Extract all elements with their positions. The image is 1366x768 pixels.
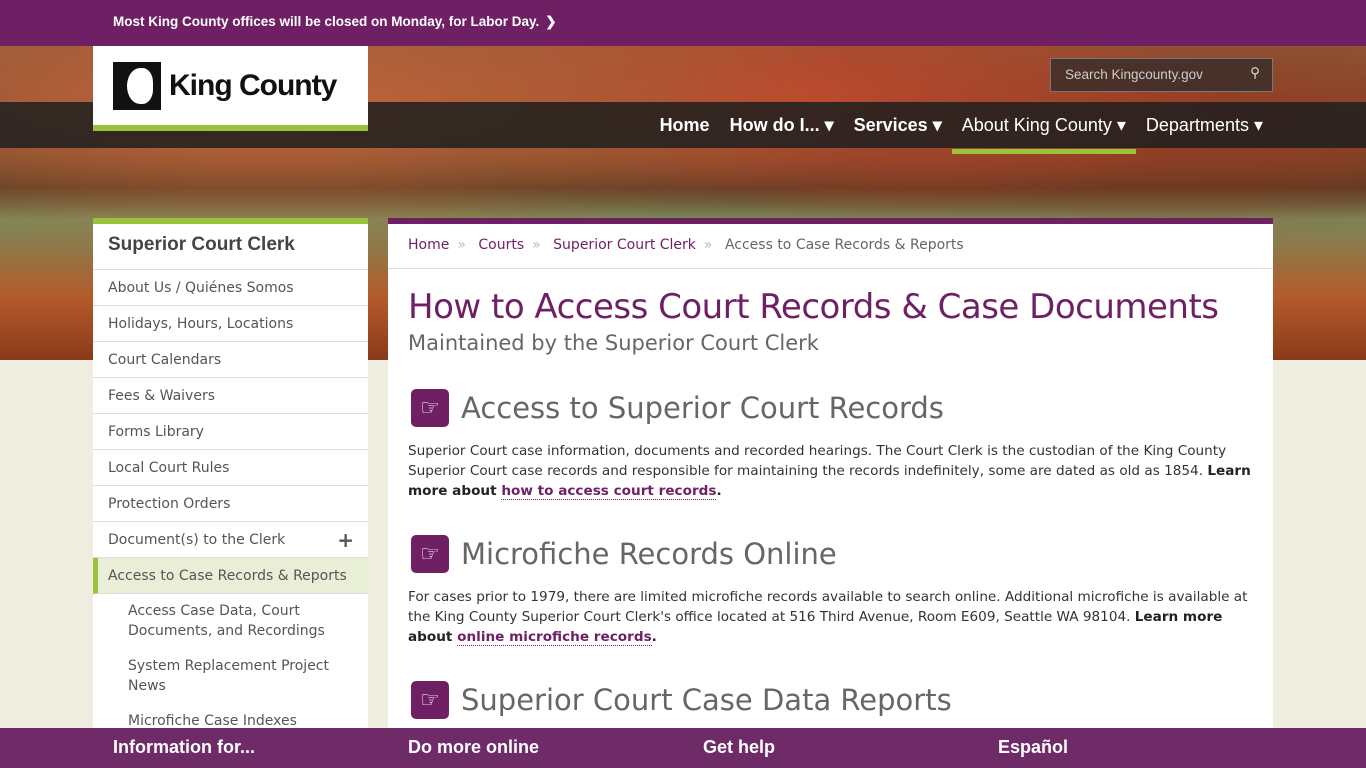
section: ☞ Superior Court Case Data Reports [388,681,1273,719]
main-content: Home» Courts» Superior Court Clerk» Acce… [388,218,1273,738]
expand-plus-icon[interactable]: + [337,528,354,552]
sidebar-item[interactable]: Fees & Waivers [93,378,368,414]
access-records-link[interactable]: how to access court records [501,483,717,500]
logo-text: King County [169,68,337,102]
microfiche-link[interactable]: online microfiche records [457,629,652,646]
sidebar-item[interactable]: About Us / Quiénes Somos [93,270,368,306]
section-heading: Microfiche Records Online [461,537,837,571]
nav-about[interactable]: About King County ▾ [951,102,1136,154]
page-subtitle: Maintained by the Superior Court Clerk [408,331,819,355]
nav-services[interactable]: Services ▾ [844,102,952,154]
hand-pointer-icon: ☞ [411,535,449,573]
sidebar-item[interactable]: Holidays, Hours, Locations [93,306,368,342]
sidebar: Superior Court Clerk About Us / Quiénes … [93,218,368,738]
sidebar-subitem[interactable]: Access Case Data, Court Documents, and R… [93,594,368,649]
alert-banner[interactable]: Most King County offices will be closed … [0,0,1366,46]
sidebar-item[interactable]: Local Court Rules [93,450,368,486]
sidebar-subitem[interactable]: System Replacement Project News [93,649,368,704]
page-title: How to Access Court Records & Case Docum… [408,287,1219,327]
sidebar-item[interactable]: Forms Library [93,414,368,450]
hand-pointer-icon: ☞ [411,681,449,719]
section-heading: Superior Court Case Data Reports [461,683,952,717]
search-placeholder: Search Kingcounty.gov [1065,67,1203,82]
nav-home[interactable]: Home [650,102,720,154]
footer-get-help[interactable]: Get help [703,728,998,768]
breadcrumb: Home» Courts» Superior Court Clerk» Acce… [388,224,1273,269]
main-nav: Home How do I... ▾ Services ▾ About King… [650,102,1273,154]
footer-information-for[interactable]: Information for... [113,728,408,768]
breadcrumb-courts[interactable]: Courts [478,237,524,253]
footer-espanol[interactable]: Español [998,728,1293,768]
sidebar-item[interactable]: Court Calendars [93,342,368,378]
section-heading: Access to Superior Court Records [461,391,944,425]
section: ☞ Access to Superior Court Records Superi… [408,389,1251,500]
sidebar-title[interactable]: Superior Court Clerk [93,224,368,270]
footer-do-more-online[interactable]: Do more online [408,728,703,768]
search-icon[interactable]: ⚲ [1250,65,1260,81]
sidebar-item[interactable]: Protection Orders [93,486,368,522]
breadcrumb-home[interactable]: Home [408,237,449,253]
nav-departments[interactable]: Departments ▾ [1136,102,1273,154]
alert-text: Most King County offices will be closed … [113,14,540,29]
nav-how-do-i[interactable]: How do I... ▾ [720,102,844,154]
breadcrumb-current: Access to Case Records & Reports [724,237,964,253]
hand-pointer-icon: ☞ [411,389,449,427]
footer-bar: Information for... Do more online Get he… [0,728,1366,768]
sidebar-item[interactable]: Document(s) to the Clerk + [93,522,368,558]
breadcrumb-clerk[interactable]: Superior Court Clerk [553,237,696,253]
chevron-right-icon: ❯ [545,14,557,29]
search-input[interactable]: Search Kingcounty.gov ⚲ [1050,58,1273,92]
section: ☞ Microfiche Records Online For cases pri… [408,535,1248,646]
king-county-logo[interactable]: King County [93,46,368,131]
logo-mark-icon [113,61,161,110]
sidebar-item-active[interactable]: Access to Case Records & Reports [93,558,368,594]
